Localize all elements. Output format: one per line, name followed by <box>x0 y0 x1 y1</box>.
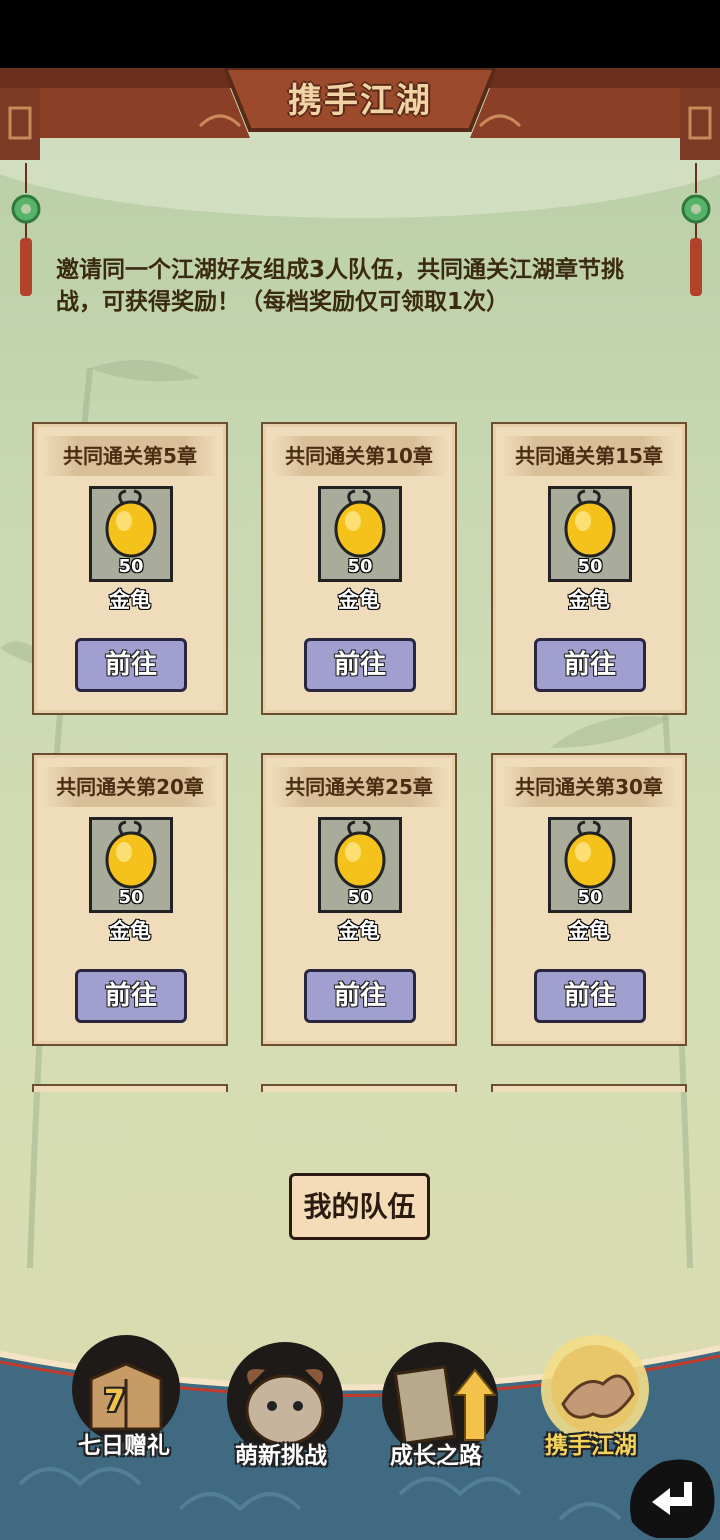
gold-turtle-icon <box>334 489 386 558</box>
go-button[interactable]: 前往 <box>75 638 187 692</box>
back-arrow-icon[interactable] <box>622 1452 718 1538</box>
go-button[interactable]: 前往 <box>534 638 646 692</box>
gold-turtle-icon <box>334 820 386 889</box>
bottom-nav: 7 七日赠礼 萌新挑战 成长之路 携手江湖 <box>0 1334 720 1540</box>
reward-item-slot[interactable]: 50 <box>318 486 402 582</box>
page-title: 携手江湖 <box>288 81 432 121</box>
item-name: 金龟 <box>338 919 380 943</box>
gold-turtle-icon <box>105 820 157 889</box>
jade-pendant-left-icon <box>11 163 41 296</box>
go-button[interactable]: 前往 <box>304 969 416 1023</box>
tab-label: 成长之路 <box>390 1443 482 1469</box>
tab-seven-day-gift[interactable]: 7 七日赠礼 <box>66 1334 186 1464</box>
reward-item-slot[interactable]: 50 <box>89 817 173 913</box>
item-quantity: 50 <box>577 887 603 908</box>
gold-turtle-icon <box>564 820 616 889</box>
reward-title: 共同通关第15章 <box>501 436 677 476</box>
item-quantity: 50 <box>347 556 373 577</box>
go-button[interactable]: 前往 <box>304 638 416 692</box>
reward-card: 共同通关第15章 50 金龟 前往 <box>491 422 687 715</box>
jade-pendant-right-icon <box>681 163 711 296</box>
reward-card: 共同通关第10章 50 金龟 前往 <box>261 422 457 715</box>
reward-card-partial <box>491 1084 687 1092</box>
book-arrow-icon <box>382 1342 498 1450</box>
pig-face-icon <box>227 1342 343 1450</box>
tab-join-hands[interactable]: 携手江湖 <box>535 1334 655 1464</box>
tab-label: 萌新挑战 <box>235 1443 327 1469</box>
reward-title: 共同通关第30章 <box>501 767 677 807</box>
reward-card: 共同通关第5章 50 金龟 前往 <box>32 422 228 715</box>
reward-item-slot[interactable]: 50 <box>548 817 632 913</box>
item-name: 金龟 <box>568 919 610 943</box>
item-quantity: 50 <box>118 556 144 577</box>
item-quantity: 50 <box>347 887 373 908</box>
item-quantity: 50 <box>577 556 603 577</box>
tab-growth-path[interactable]: 成长之路 <box>380 1342 510 1534</box>
item-name: 金龟 <box>568 588 610 612</box>
reward-card: 共同通关第20章 50 金龟 前往 <box>32 753 228 1046</box>
item-name: 金龟 <box>109 919 151 943</box>
reward-title: 共同通关第20章 <box>42 767 218 807</box>
reward-title: 共同通关第10章 <box>271 436 447 476</box>
reward-card-partial <box>32 1084 228 1092</box>
my-team-button[interactable]: 我的队伍 <box>289 1173 430 1240</box>
reward-item-slot[interactable]: 50 <box>318 817 402 913</box>
item-name: 金龟 <box>109 588 151 612</box>
tab-label: 七日赠礼 <box>78 1433 170 1459</box>
reward-item-slot[interactable]: 50 <box>89 486 173 582</box>
item-name: 金龟 <box>338 588 380 612</box>
event-description: 邀请同一个江湖好友组成3人队伍，共同通关江湖章节挑战，可获得奖励！（每档奖励仅可… <box>56 257 625 315</box>
gold-turtle-icon <box>564 489 616 558</box>
go-button[interactable]: 前往 <box>75 969 187 1023</box>
gold-turtle-icon <box>105 489 157 558</box>
reward-card: 共同通关第30章 50 金龟 前往 <box>491 753 687 1046</box>
reward-title: 共同通关第25章 <box>271 767 447 807</box>
game-scene: 携手江湖 邀请同一个江湖好友组成3人队伍，共同通关江湖章节挑战，可获得奖励！（每… <box>0 68 720 1540</box>
item-quantity: 50 <box>118 887 144 908</box>
reward-title: 共同通关第5章 <box>42 436 218 476</box>
reward-card: 共同通关第25章 50 金龟 前往 <box>261 753 457 1046</box>
header-banner: 携手江湖 <box>0 68 720 168</box>
go-button[interactable]: 前往 <box>534 969 646 1023</box>
reward-item-slot[interactable]: 50 <box>548 486 632 582</box>
seven-day-badge: 7 <box>104 1384 125 1419</box>
tab-newbie-challenge[interactable]: 萌新挑战 <box>220 1342 350 1534</box>
reward-card-partial <box>261 1084 457 1092</box>
